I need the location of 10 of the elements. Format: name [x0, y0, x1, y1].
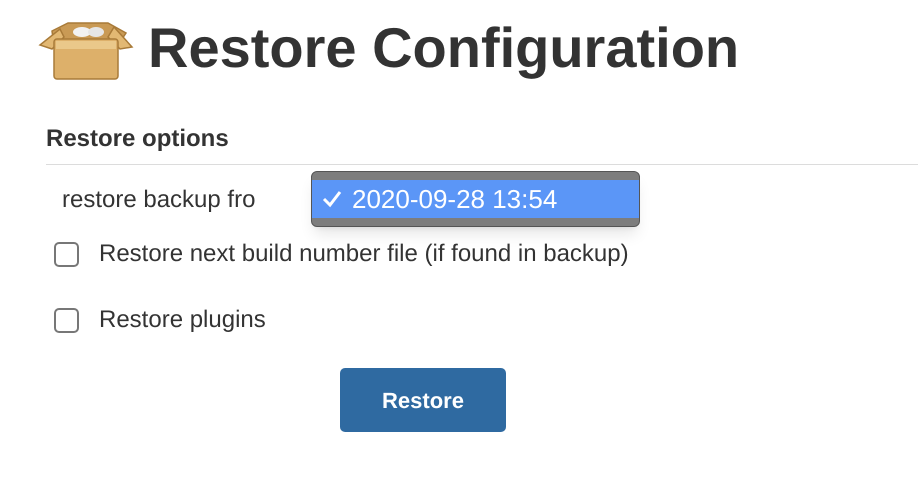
checkbox-label: Restore plugins	[99, 305, 266, 335]
checkbox[interactable]	[54, 308, 79, 332]
check-icon	[322, 190, 342, 208]
backup-label: restore backup fro	[62, 185, 256, 215]
section-heading: Restore options	[46, 124, 918, 165]
checkbox-label: Restore next build number file (if found in backup)	[99, 239, 629, 269]
restore-button[interactable]: Restore	[340, 368, 506, 432]
dropdown-option[interactable]: 2020-09-28 13:54	[312, 180, 639, 218]
page-title: Restore Configuration	[148, 15, 740, 81]
checkbox[interactable]	[54, 242, 79, 266]
